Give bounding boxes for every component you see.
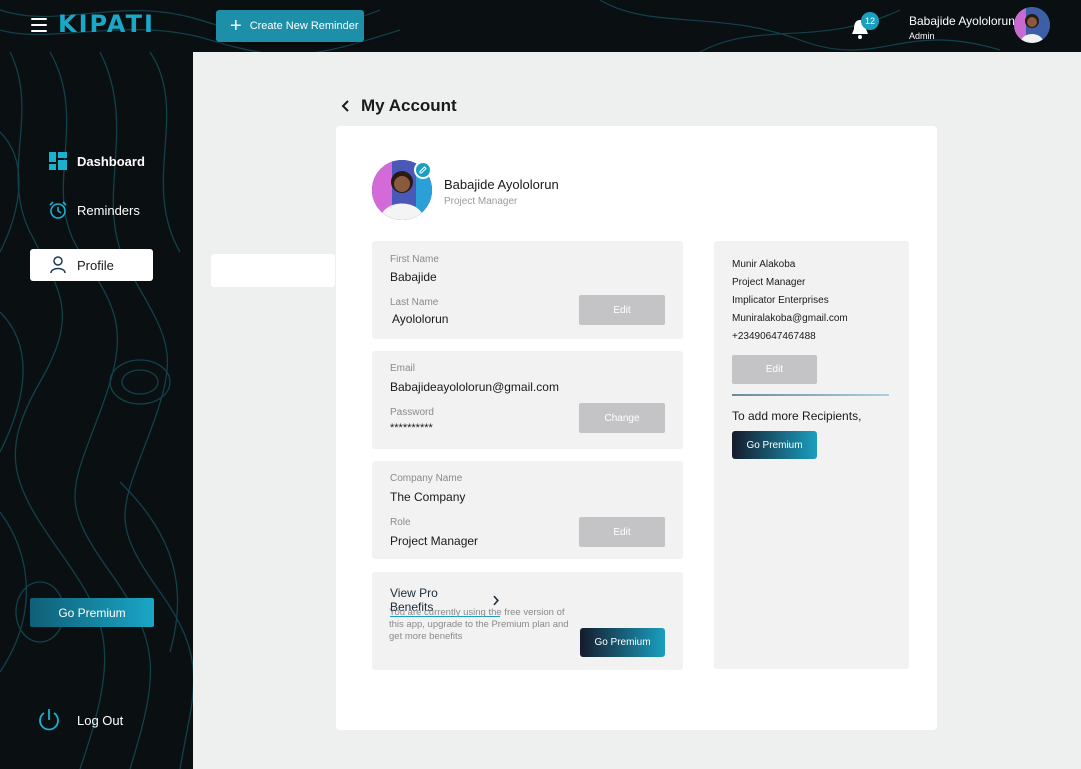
power-icon [39, 709, 59, 731]
last-name-value: Ayololorun [392, 312, 449, 326]
sidebar-item-dashboard[interactable]: Dashboard [30, 145, 153, 177]
alarm-clock-icon [49, 201, 67, 219]
change-password-button[interactable]: Change [579, 403, 665, 433]
logout-label: Log Out [77, 712, 124, 728]
create-reminder-button[interactable]: + Create New Reminder [216, 10, 364, 42]
recipient-role: Project Manager [732, 277, 806, 288]
recipient-name: Munir Alakoba [732, 259, 796, 270]
role-label: Role [390, 517, 411, 528]
sidebar-item-profile[interactable]: Profile [30, 249, 153, 281]
name-panel: First Name Babajide Last Name Ayololorun… [372, 241, 683, 339]
recipient-panel: Munir Alakoba Project Manager Implicator… [714, 241, 909, 669]
logout-button[interactable]: Log Out [37, 707, 123, 733]
chevron-right-icon [493, 595, 500, 605]
password-label: Password [390, 407, 434, 418]
sidebar-go-premium-button[interactable]: Go Premium [30, 598, 154, 627]
avatar[interactable] [1014, 7, 1050, 43]
sidebar: Dashboard Reminders Profile Go Premium L… [0, 52, 193, 769]
page-title: My Account [340, 96, 457, 116]
recipient-go-premium-button[interactable]: Go Premium [732, 431, 817, 459]
recipient-company: Implicator Enterprises [732, 295, 829, 306]
sidebar-item-label: Profile [77, 257, 114, 273]
app-logo: KIPATI [58, 10, 155, 38]
ghost-strip [211, 254, 335, 287]
first-name-value: Babajide [390, 270, 437, 284]
recipient-email: Muniralakoba@gmail.com [732, 313, 848, 324]
company-panel: Company Name The Company Role Project Ma… [372, 461, 683, 559]
company-value: The Company [390, 490, 466, 504]
edit-company-button[interactable]: Edit [579, 517, 665, 547]
edit-avatar-pencil-icon[interactable] [414, 161, 432, 179]
email-value: Babajideayololorun@gmail.com [390, 380, 559, 394]
last-name-label: Last Name [390, 297, 439, 308]
email-label: Email [390, 363, 416, 374]
page-title-text: My Account [361, 96, 457, 115]
credentials-panel: Email Babajideayololorun@gmail.com Passw… [372, 351, 683, 449]
edit-recipient-button[interactable]: Edit [732, 355, 817, 384]
back-chevron-icon[interactable] [340, 99, 352, 113]
sidebar-item-reminders[interactable]: Reminders [30, 194, 153, 226]
first-name-label: First Name [390, 254, 439, 265]
go-premium-button[interactable]: Go Premium [580, 628, 665, 657]
plus-icon: + [230, 15, 242, 37]
profile-role: Project Manager [444, 196, 518, 207]
header-user-name: Babajide Ayololorun [909, 14, 1015, 28]
divider [732, 394, 889, 396]
add-recipients-text: To add more Recipients, [732, 409, 862, 423]
create-reminder-label: Create New Reminder [249, 20, 359, 32]
pro-description: You are currently using the free version… [389, 607, 569, 642]
sidebar-item-label: Dashboard [77, 153, 145, 169]
sidebar-item-label: Reminders [77, 202, 140, 218]
dashboard-icon [49, 152, 67, 170]
menu-icon[interactable] [31, 18, 47, 32]
recipient-phone: +23490647467488 [732, 331, 816, 342]
edit-name-button[interactable]: Edit [579, 295, 665, 325]
header-user-role: Admin [909, 31, 935, 41]
role-value: Project Manager [390, 534, 479, 548]
password-value: ********** [390, 422, 433, 434]
pro-benefits-panel: View Pro Benefits You are currently usin… [372, 572, 683, 670]
company-label: Company Name [390, 473, 463, 484]
notification-badge: 12 [861, 12, 879, 30]
user-icon [50, 256, 66, 274]
top-bar: KIPATI + Create New Reminder 12 Babajide… [0, 0, 1081, 52]
profile-name: Babajide Ayololorun [444, 177, 559, 192]
